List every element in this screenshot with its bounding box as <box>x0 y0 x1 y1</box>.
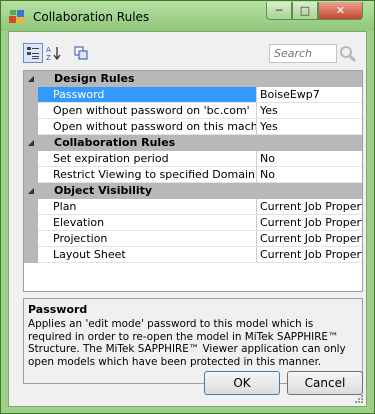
property-name: Open without password on 'bc.com' <box>38 103 257 119</box>
property-name: Elevation <box>38 215 257 231</box>
property-grid: ◢ Design Rules Password BoiseEwp7 Open w… <box>23 70 363 292</box>
close-icon: ✕ <box>335 4 346 17</box>
description-text: Applies an 'edit mode' password to this … <box>28 318 346 368</box>
search-input[interactable] <box>269 44 337 63</box>
window-title: Collaboration Rules <box>33 10 150 24</box>
dialog-client: A Z ◢ Design Rules Password <box>8 31 367 407</box>
maximize-button[interactable]: □ <box>292 2 318 20</box>
cancel-button[interactable]: Cancel <box>287 371 363 395</box>
categorized-icon <box>27 47 39 59</box>
category-object-visibility[interactable]: ◢ Object Visibility <box>24 183 362 199</box>
category-label: Collaboration Rules <box>54 136 176 149</box>
property-row[interactable]: Restrict Viewing to specified Domain No <box>24 167 362 183</box>
row-gutter <box>24 199 38 215</box>
alphabetical-sort-button[interactable]: A Z <box>44 43 64 63</box>
search-icon[interactable] <box>339 45 357 63</box>
property-value[interactable]: Current Job Properties <box>257 247 362 263</box>
property-row[interactable]: Projection Current Job Properties <box>24 231 362 247</box>
svg-text:Z: Z <box>46 54 51 61</box>
collapse-icon[interactable]: ◢ <box>24 135 38 151</box>
property-name: Open without password on this machine <box>38 119 257 135</box>
property-row[interactable]: Open without password on this machine Ye… <box>24 119 362 135</box>
property-value[interactable]: Current Job Properties <box>257 199 362 215</box>
property-name: Layout Sheet <box>38 247 257 263</box>
property-value[interactable]: No <box>257 167 362 183</box>
property-name: Projection <box>38 231 257 247</box>
category-label: Object Visibility <box>54 184 153 197</box>
row-gutter <box>24 247 38 263</box>
row-gutter <box>24 103 38 119</box>
property-row[interactable]: Plan Current Job Properties <box>24 199 362 215</box>
property-value[interactable]: Current Job Properties <box>257 231 362 247</box>
svg-text:A: A <box>46 46 51 54</box>
property-row[interactable]: Open without password on 'bc.com' Yes <box>24 103 362 119</box>
app-icon <box>9 10 24 23</box>
resize-grip-icon[interactable] <box>354 394 364 404</box>
collapse-icon[interactable]: ◢ <box>24 183 38 199</box>
property-row[interactable]: Set expiration period No <box>24 151 362 167</box>
category-label: Design Rules <box>54 72 135 85</box>
title-bar[interactable]: Collaboration Rules ─ □ ✕ <box>1 1 374 31</box>
dialog-window: Collaboration Rules ─ □ ✕ A Z Search ◢ D… <box>0 0 375 414</box>
property-row[interactable]: Elevation Current Job Properties <box>24 215 362 231</box>
sort-az-icon: A Z <box>46 46 61 61</box>
category-design-rules[interactable]: ◢ Design Rules <box>24 71 362 87</box>
maximize-icon: □ <box>299 4 311 17</box>
ok-button[interactable]: OK <box>204 371 280 395</box>
property-pages-button[interactable] <box>71 43 91 63</box>
property-pages-icon <box>74 46 88 60</box>
categorized-view-button[interactable] <box>23 43 43 63</box>
property-name: Set expiration period <box>38 151 257 167</box>
row-gutter <box>24 167 38 183</box>
minimize-icon: ─ <box>275 4 283 17</box>
property-value[interactable]: BoiseEwp7 <box>257 87 362 103</box>
property-name: Password <box>38 87 257 103</box>
row-gutter <box>24 119 38 135</box>
property-value[interactable]: Current Job Properties <box>257 215 362 231</box>
minimize-button[interactable]: ─ <box>266 2 292 20</box>
row-gutter <box>24 215 38 231</box>
property-row[interactable]: Layout Sheet Current Job Properties <box>24 247 362 263</box>
description-title: Password <box>28 303 88 316</box>
property-row[interactable]: Password BoiseEwp7 <box>24 87 362 103</box>
close-button[interactable]: ✕ <box>318 2 363 20</box>
property-name: Restrict Viewing to specified Domain <box>38 167 257 183</box>
collapse-icon[interactable]: ◢ <box>24 71 38 87</box>
row-gutter <box>24 231 38 247</box>
row-gutter <box>24 87 38 103</box>
category-collaboration-rules[interactable]: ◢ Collaboration Rules <box>24 135 362 151</box>
property-value[interactable]: No <box>257 151 362 167</box>
property-name: Plan <box>38 199 257 215</box>
row-gutter <box>24 151 38 167</box>
property-value[interactable]: Yes <box>257 103 362 119</box>
property-value[interactable]: Yes <box>257 119 362 135</box>
